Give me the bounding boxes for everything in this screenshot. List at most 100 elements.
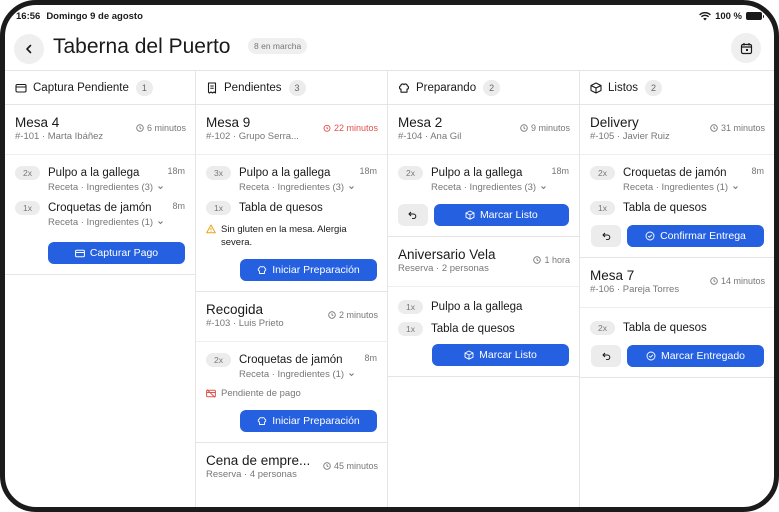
column-header: Preparando 2 [388, 71, 579, 105]
item-name: Tabla de quesos [431, 323, 515, 335]
item-quantity: 1x [15, 201, 40, 215]
item-quantity: 2x [398, 166, 423, 180]
button-label: Confirmar Entrega [660, 230, 746, 242]
order-card[interactable]: Mesa 4 #-101 · Marta Ibáñez 6 minutos 2x… [5, 105, 195, 275]
order-card[interactable]: Mesa 9 #-102 · Grupo Serra... 22 minutos… [196, 105, 387, 292]
clock-icon [328, 311, 336, 319]
button-label: Marcar Entregado [660, 350, 746, 362]
item-time: 18m [551, 166, 569, 176]
status-date: Domingo 9 de agosto [46, 10, 143, 22]
start-preparation-button[interactable]: Iniciar Preparación [240, 410, 377, 432]
item-detail-toggle[interactable]: Receta · Ingredientes (3) [431, 182, 547, 193]
button-label: Capturar Pago [89, 247, 159, 259]
mark-ready-button[interactable]: Marcar Listo [433, 204, 569, 226]
order-item: 2x Croquetas de jamón Receta · Ingredien… [590, 165, 764, 193]
status-right: 100 % [699, 10, 764, 22]
clock-icon [710, 124, 718, 132]
warning-icon [206, 224, 216, 234]
order-card[interactable]: Mesa 2 #-104 · Ana Gil 9 minutos 2x Pulp… [388, 105, 579, 237]
calendar-button[interactable] [731, 33, 761, 63]
column-title: Captura Pendiente [33, 81, 129, 94]
status-time: 16:56 [16, 10, 41, 22]
allergy-note: Sin gluten en la mesa. Alergia severa. [196, 223, 366, 249]
card-off-icon [206, 389, 216, 398]
card-icon [74, 249, 85, 257]
order-card[interactable]: Aniversario Vela Reserva · 2 personas 1 … [388, 237, 579, 377]
battery-icon [746, 12, 764, 20]
item-quantity: 2x [590, 166, 615, 180]
chevron-down-icon [349, 373, 354, 377]
kanban-board: Captura Pendiente 1 Mesa 4 #-101 · Marta… [5, 70, 774, 507]
order-timer-text: 6 minutos [146, 123, 186, 133]
order-item: 1x Pulpo a la gallega [398, 299, 569, 315]
capture-payment-button[interactable]: Capturar Pago [48, 242, 185, 264]
clock-icon [136, 124, 144, 132]
order-card[interactable]: Delivery #-105 · Javier Ruiz 31 minutos … [580, 105, 774, 258]
item-detail-toggle[interactable]: Receta · Ingredientes (1) [623, 182, 739, 193]
clock-icon [520, 124, 528, 132]
back-button[interactable] [14, 34, 44, 64]
order-item: 1x Tabla de quesos [206, 200, 377, 216]
payment-note: Pendiente de pago [196, 387, 387, 400]
undo-button[interactable] [591, 225, 621, 247]
order-card[interactable]: Cena de empre... Reserva · 4 personas 45… [196, 443, 387, 493]
order-timer: 1 hora [533, 255, 570, 265]
chevron-down-icon [733, 186, 738, 190]
alarm-clock-icon [323, 124, 331, 132]
item-detail-toggle[interactable]: Receta · Ingredientes (1) [239, 369, 355, 380]
item-time: 8m [751, 166, 764, 176]
order-timer-text: 31 minutos [720, 123, 765, 133]
undo-button[interactable] [591, 345, 621, 367]
column-count: 1 [135, 79, 153, 96]
order-timer-text: 22 minutos [333, 123, 378, 133]
item-name: Tabla de quesos [239, 202, 323, 214]
column-title: Listos [608, 81, 639, 94]
order-timer: 14 minutos [710, 276, 765, 286]
item-time: 8m [364, 353, 377, 363]
order-item: 2x Pulpo a la gallega Receta · Ingredien… [15, 165, 185, 193]
mark-delivered-button[interactable]: Marcar Entregado [627, 345, 764, 367]
undo-icon [601, 352, 610, 360]
order-timer-text: 14 minutos [720, 276, 765, 286]
order-item: 3x Pulpo a la gallega Receta · Ingredien… [206, 165, 377, 193]
order-card[interactable]: Recogida #-103 · Luis Prieto 2 minutos 2… [196, 292, 387, 443]
item-detail-toggle[interactable]: Receta · Ingredientes (3) [239, 182, 355, 193]
order-item: 1x Tabla de quesos [590, 200, 764, 216]
volume-up-button [775, 62, 779, 90]
column-count: 3 [288, 79, 306, 96]
column-count: 2 [483, 79, 501, 96]
mark-ready-button[interactable]: Marcar Listo [432, 344, 569, 366]
page-title: Taberna del Puerto [53, 35, 231, 58]
column-pendientes: Pendientes 3 Mesa 9 #-102 · Grupo Serra.… [196, 71, 388, 507]
undo-icon [408, 211, 417, 219]
start-preparation-button[interactable]: Iniciar Preparación [240, 259, 377, 281]
order-timer: 22 minutos [323, 123, 378, 133]
order-timer-text: 45 minutos [333, 461, 378, 471]
item-detail: Receta · Ingredientes (1) [239, 369, 345, 380]
battery-percent: 100 % [715, 10, 742, 22]
column-listos: Listos 2 Delivery #-105 · Javier Ruiz 31… [580, 71, 774, 507]
package-icon [465, 210, 475, 220]
register-icon [15, 82, 27, 94]
item-time: 18m [359, 166, 377, 176]
undo-button[interactable] [398, 204, 428, 226]
item-detail: Receta · Ingredientes (3) [239, 182, 345, 193]
column-count: 2 [645, 79, 663, 96]
status-badge: 8 en marcha [248, 38, 308, 54]
item-name: Croquetas de jamón [623, 167, 727, 179]
check-circle-icon [646, 351, 656, 361]
chef-hat-icon [398, 82, 410, 94]
item-detail-toggle[interactable]: Receta · Ingredientes (3) [48, 182, 164, 193]
order-card[interactable]: Mesa 7 #-106 · Pareja Torres 14 minutos … [580, 258, 774, 378]
chevron-down-icon [541, 186, 546, 190]
column-header: Listos 2 [580, 71, 774, 105]
item-detail: Receta · Ingredientes (3) [48, 182, 154, 193]
item-detail-toggle[interactable]: Receta · Ingredientes (1) [48, 217, 164, 228]
page-header: Taberna del Puerto 8 en marcha [5, 30, 774, 70]
order-timer: 6 minutos [136, 123, 186, 133]
order-item: 2x Pulpo a la gallega Receta · Ingredien… [398, 165, 569, 193]
item-quantity: 1x [398, 300, 423, 314]
chevron-left-icon [26, 44, 32, 54]
column-title: Preparando [416, 81, 477, 94]
confirm-delivery-button[interactable]: Confirmar Entrega [627, 225, 764, 247]
